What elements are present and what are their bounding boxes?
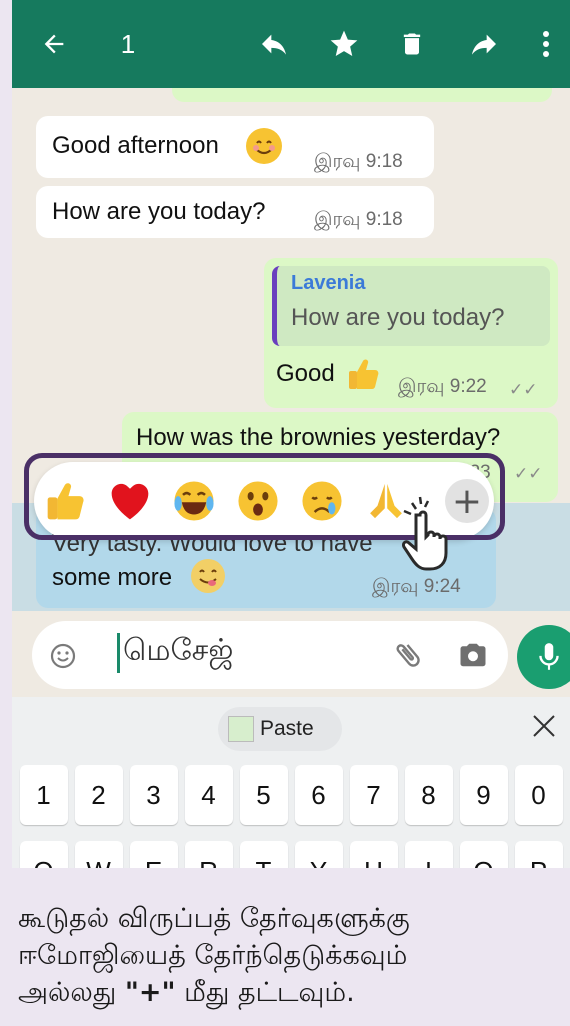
key-e[interactable]: E [129, 841, 178, 868]
key-u[interactable]: U [349, 841, 398, 868]
double-check-icon: ✓✓ [509, 380, 538, 399]
selected-count: 1 [120, 28, 136, 59]
smiling-face-icon [246, 128, 282, 164]
attach-icon[interactable] [392, 639, 424, 675]
key-r[interactable]: R [184, 841, 233, 868]
back-arrow-icon[interactable] [36, 26, 72, 62]
text-cursor [117, 633, 120, 673]
key-y[interactable]: Y [294, 841, 343, 868]
key-5[interactable]: 5 [239, 765, 288, 825]
delete-icon[interactable] [394, 26, 430, 62]
key-8[interactable]: 8 [404, 765, 453, 825]
yum-face-icon [190, 558, 226, 599]
message-input-bar[interactable]: மெசேஜ் [32, 621, 508, 689]
message-bubble-partial[interactable] [172, 88, 552, 102]
message-text-line2: some more [52, 564, 173, 591]
key-4[interactable]: 4 [184, 765, 233, 825]
camera-icon[interactable] [458, 641, 488, 673]
message-input[interactable]: மெசேஜ் [123, 633, 233, 672]
quoted-text: How are you today? [291, 304, 505, 331]
caption-plus: "+" [124, 977, 176, 1008]
forward-icon[interactable] [464, 26, 504, 62]
key-t[interactable]: T [239, 841, 288, 868]
number-row: 1 2 3 4 5 6 7 8 9 0 [12, 765, 570, 825]
caption-line2: ஈமோஜியைத் தேர்ந்தெடுக்கவும் [18, 940, 408, 971]
reply-icon[interactable] [254, 26, 294, 62]
key-p[interactable]: P [514, 841, 563, 868]
clipboard-thumbnail [228, 716, 254, 742]
message-time: இரவு 9:22 [398, 376, 487, 397]
more-vert-icon[interactable] [532, 26, 560, 62]
voice-message-button[interactable] [517, 625, 570, 689]
quoted-message[interactable]: Lavenia How are you today? [272, 266, 550, 346]
instruction-caption: கூடுதல் விருப்பத் தேர்வுகளுக்கு ஈமோஜியைத… [18, 900, 558, 1011]
emoji-keyboard-icon[interactable] [50, 643, 76, 669]
tap-hand-icon [398, 495, 462, 573]
key-0[interactable]: 0 [514, 765, 563, 825]
message-bubble-incoming[interactable]: Good afternoon இரவு 9:18 [36, 116, 434, 178]
message-bubble-incoming[interactable]: How are you today? இரவு 9:18 [36, 186, 434, 238]
key-q[interactable]: Q [19, 841, 68, 868]
keyboard: Paste 1 2 3 4 5 6 7 8 9 0 Q W E R T Y U … [12, 697, 570, 868]
caption-line3: அல்லது "+" மீது தட்டவும். [18, 974, 558, 1011]
message-text: Good [276, 360, 335, 387]
selection-toolbar: 1 [12, 0, 570, 88]
message-time: இரவு 9:18 [314, 151, 403, 172]
message-text: How are you today? [52, 198, 266, 225]
mic-icon [539, 643, 559, 670]
key-3[interactable]: 3 [129, 765, 178, 825]
double-check-icon: ✓✓ [514, 464, 543, 483]
paste-label: Paste [260, 717, 314, 740]
key-7[interactable]: 7 [349, 765, 398, 825]
phone-screen: 1 Good afternoon இரவு 9:18 How are you t… [12, 0, 570, 868]
close-icon[interactable] [530, 712, 558, 740]
message-text: How was the brownies yesterday? [136, 424, 501, 451]
caption-line1: கூடுதல் விருப்பத் தேர்வுகளுக்கு [18, 903, 410, 934]
paste-chip[interactable]: Paste [218, 707, 342, 751]
quoted-sender: Lavenia [291, 272, 366, 294]
key-2[interactable]: 2 [74, 765, 123, 825]
caption-line3-pre: அல்லது [18, 977, 125, 1008]
key-o[interactable]: O [459, 841, 508, 868]
caption-line3-post: மீது தட்டவும். [175, 977, 355, 1008]
message-text: Good afternoon [52, 132, 219, 159]
letter-row: Q W E R T Y U I O P [12, 841, 570, 868]
key-6[interactable]: 6 [294, 765, 343, 825]
message-bubble-outgoing-reply[interactable]: Lavenia How are you today? Good இரவு 9:2… [264, 258, 558, 408]
star-icon[interactable] [324, 26, 364, 62]
key-i[interactable]: I [404, 841, 453, 868]
key-w[interactable]: W [74, 841, 123, 868]
message-time: இரவு 9:24 [372, 576, 461, 597]
message-time: இரவு 9:18 [314, 209, 403, 230]
key-9[interactable]: 9 [459, 765, 508, 825]
thumbs-up-icon [346, 356, 382, 397]
key-1[interactable]: 1 [19, 765, 68, 825]
